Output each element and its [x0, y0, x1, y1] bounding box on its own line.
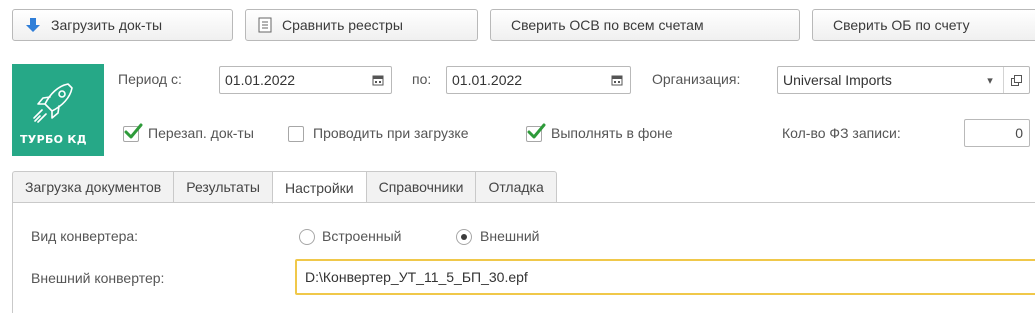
fz-count-label: Кол-во ФЗ записи:: [782, 125, 901, 141]
tab-load-documents[interactable]: Загрузка документов: [12, 171, 174, 203]
open-window-icon[interactable]: [1003, 67, 1029, 93]
radio-builtin[interactable]: [299, 229, 315, 245]
fz-count-input[interactable]: 0: [964, 119, 1030, 147]
period-from-field[interactable]: 01.01.2022: [219, 66, 392, 94]
reconcile-account-button[interactable]: Сверить ОБ по счету: [812, 9, 1035, 41]
tab-label: Справочники: [378, 179, 464, 195]
period-from-value: 01.01.2022: [225, 72, 296, 88]
tab-bar: Загрузка документов Результаты Настройки…: [12, 171, 557, 204]
checkmark-icon: [124, 123, 143, 139]
organization-select[interactable]: Universal Imports ▾: [777, 66, 1030, 94]
tab-label: Загрузка документов: [25, 179, 162, 195]
organization-value: Universal Imports: [783, 72, 892, 88]
compare-registers-button[interactable]: Сравнить реестры: [245, 9, 478, 41]
tab-label: Отладка: [488, 179, 544, 195]
compare-registers-label: Сравнить реестры: [282, 17, 403, 33]
period-from-label: Период с:: [118, 71, 182, 87]
document-list-icon: [258, 17, 272, 33]
calendar-icon[interactable]: [365, 67, 391, 93]
tab-debug[interactable]: Отладка: [475, 171, 557, 203]
radio-builtin-label: Встроенный: [322, 228, 402, 244]
period-to-field[interactable]: 01.01.2022: [446, 66, 631, 94]
tab-label: Настройки: [284, 179, 354, 196]
period-to-value: 01.01.2022: [452, 72, 523, 88]
download-arrow-icon: [25, 17, 41, 33]
turbo-kd-logo: ТУРБО КД: [12, 64, 104, 156]
reconcile-account-label: Сверить ОБ по счету: [833, 17, 970, 33]
radio-external[interactable]: [456, 229, 472, 245]
external-converter-input[interactable]: D:\Конвертер_УТ_11_5_БП_30.epf: [295, 259, 1035, 295]
tab-directories[interactable]: Справочники: [365, 171, 476, 203]
checkmark-icon: [527, 123, 546, 139]
radio-selected-dot: [461, 234, 467, 240]
reconcile-all-accounts-button[interactable]: Сверить ОСВ по всем счетам: [490, 9, 800, 41]
post-on-load-label: Проводить при загрузке: [313, 125, 469, 141]
run-in-background-label: Выполнять в фоне: [551, 125, 673, 141]
tab-settings[interactable]: Настройки: [271, 171, 366, 204]
converter-type-label: Вид конвертера:: [31, 228, 139, 244]
tab-results[interactable]: Результаты: [173, 171, 272, 203]
external-converter-value: D:\Конвертер_УТ_11_5_БП_30.epf: [305, 269, 528, 285]
period-to-label: по:: [412, 71, 432, 87]
reload-docs-checkbox[interactable]: [123, 123, 143, 142]
load-documents-label: Загрузить док-ты: [51, 17, 163, 33]
organization-label: Организация:: [652, 71, 741, 87]
tab-divider: [12, 202, 1035, 203]
fz-count-value: 0: [1015, 125, 1023, 141]
external-converter-label: Внешний конвертер:: [31, 270, 165, 286]
tab-label: Результаты: [186, 179, 260, 195]
reconcile-all-accounts-label: Сверить ОСВ по всем счетам: [511, 17, 704, 33]
panel-border: [12, 202, 13, 313]
calendar-icon[interactable]: [604, 67, 630, 93]
post-on-load-checkbox[interactable]: [288, 126, 304, 142]
load-documents-button[interactable]: Загрузить док-ты: [12, 9, 233, 41]
run-in-background-checkbox[interactable]: [526, 123, 546, 142]
chevron-down-icon[interactable]: ▾: [977, 67, 1003, 93]
radio-external-label: Внешний: [480, 228, 540, 244]
reload-docs-label: Перезап. док-ты: [148, 125, 254, 141]
logo-text: ТУРБО КД: [20, 133, 87, 146]
